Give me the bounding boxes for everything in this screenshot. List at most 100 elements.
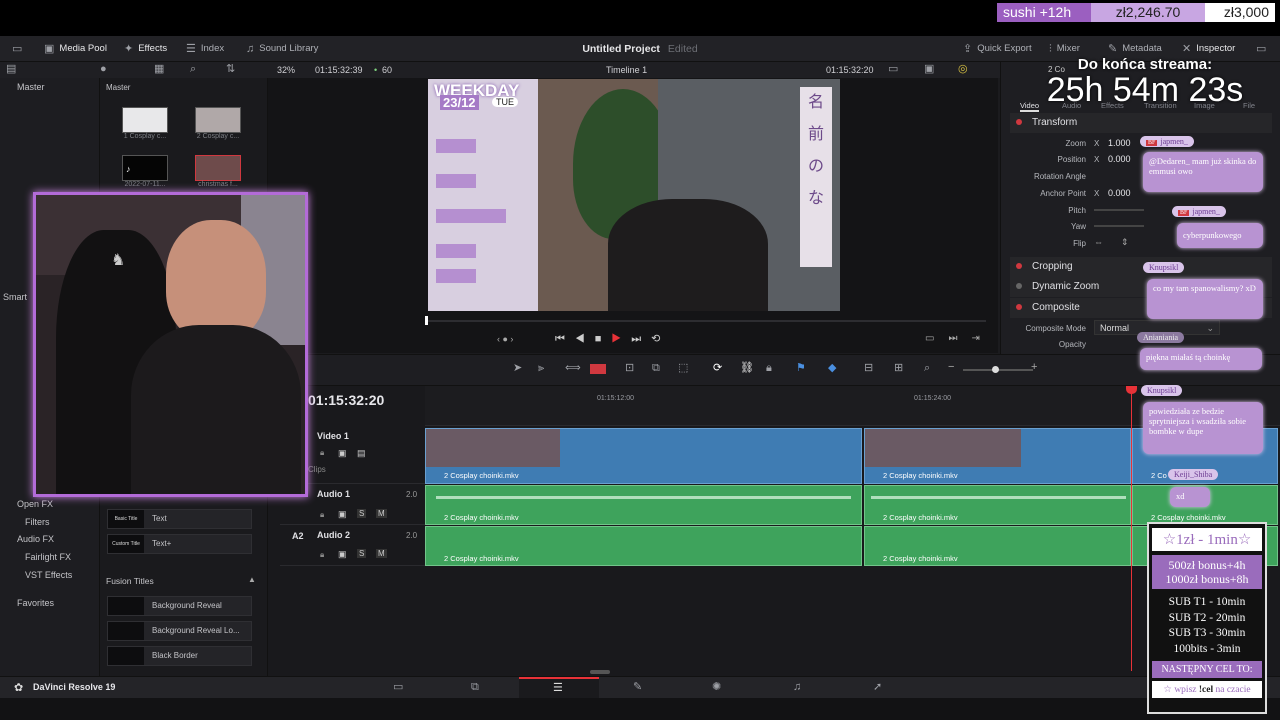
deliver-page-icon[interactable]: ➚ [873,682,882,693]
zoom-out-icon[interactable]: − [948,361,954,373]
mute-button[interactable]: M [376,549,387,558]
scrubber-handle[interactable] [425,316,428,325]
auto-select-icon[interactable]: ▣ [338,549,347,560]
audio-clip[interactable]: 2 Cosplay choinki.mkv [864,526,1131,566]
favorites-item[interactable]: Favorites [17,598,54,608]
media-clip-3[interactable]: ♪ 2022-07-11... [122,155,175,188]
replace-clip-icon[interactable]: ⬚ [678,363,688,374]
mute-button[interactable]: M [376,509,387,518]
fairlight-page-icon[interactable]: ♫ [793,682,801,693]
jog-control[interactable]: ‹ ● › [497,334,513,344]
anchor-x-value[interactable]: 0.000 [1108,188,1131,198]
linked-selection-icon[interactable]: ⛓ [740,363,754,374]
audio-fx-item[interactable]: Audio FX [17,534,54,544]
dynamic-trim-icon[interactable]: ⟺ [565,363,581,374]
play-icon[interactable]: ▶ [611,333,631,345]
zoom-custom-icon[interactable]: ⌕ [924,363,930,374]
media-clip-1[interactable]: 1 Cosplay c... [122,107,175,140]
auto-select-icon[interactable]: ▣ [338,448,347,459]
media-page-icon[interactable]: ▭ [393,682,403,693]
zoom-slider-handle[interactable] [992,366,999,373]
track-output-icon[interactable]: ▤ [357,448,366,459]
lock-track-icon[interactable]: 🔒︎ [320,448,324,458]
enable-toggle-icon[interactable] [1016,283,1022,289]
fusion-title-item[interactable]: Background Reveal [107,596,252,616]
enable-toggle-icon[interactable] [1016,263,1022,269]
viewer-options-icon[interactable]: ▣ [924,64,934,75]
trim-tool-icon[interactable]: ⫸ [538,363,544,374]
video-clip[interactable]: 2 Cosplay choinki.mkv [864,428,1131,484]
flag-icon[interactable]: ⚑ [796,363,806,374]
insert-clip-icon[interactable]: ⊡ [625,363,634,374]
fusion-title-item[interactable]: Black Border [107,646,252,666]
cut-page-icon[interactable]: ⧉ [471,682,479,693]
sort-icon[interactable]: ⇅ [226,64,235,75]
filters-item[interactable]: Filters [25,517,50,527]
size-slider-icon[interactable]: ● [100,64,107,75]
open-fx-item[interactable]: Open FX [17,499,53,509]
media-clip-2[interactable]: 2 Cosplay c... [195,107,248,140]
sound-library-tab[interactable]: ♫ Sound Library [246,36,318,62]
fullscreen-icon[interactable]: ▭ [925,333,948,344]
master-label[interactable]: Master [17,82,45,92]
zoom-x-value[interactable]: 1.000 [1108,138,1131,148]
marker-icon[interactable]: ◆ [828,363,836,374]
track-header-audio-2[interactable]: A2 Audio 2 2.0 🔒︎ ▣ S M [280,526,425,566]
effects-tab[interactable]: ✦ Effects [124,36,167,62]
viewer-mode-icon[interactable]: ▭ [888,64,898,75]
smart-bins-label[interactable]: Smart [3,292,27,302]
zoom-level[interactable]: 32% [277,65,295,75]
lock-track-icon[interactable]: 🔒︎ [320,510,324,520]
next-frame-icon[interactable]: ⏭ [948,333,971,344]
position-x-value[interactable]: 0.000 [1108,154,1131,164]
title-text-plus[interactable]: Custom Title Text+ [107,534,252,554]
search-icon[interactable]: ⌕ [190,64,196,75]
color-page-icon[interactable]: ✺ [712,682,721,693]
selection-tool-icon[interactable]: ➤ [513,363,522,374]
yaw-slider[interactable] [1094,225,1144,227]
zoom-detail-icon[interactable]: ⊞ [894,363,903,374]
flip-vertical-icon[interactable]: ⇕ [1121,237,1129,248]
workspace-icon[interactable]: ▭ [12,36,22,62]
blade-tool-icon[interactable] [590,364,606,374]
snapping-icon[interactable]: ⟳ [713,363,722,374]
enable-toggle-icon[interactable] [1016,119,1022,125]
solo-button[interactable]: S [357,549,367,558]
media-clip-4[interactable]: christmas f... [195,155,248,188]
loop-icon[interactable]: ⟲ [651,333,670,345]
zoom-in-icon[interactable]: + [1031,361,1037,373]
color-wheel-icon[interactable]: ◎ [958,64,968,75]
zoom-full-icon[interactable]: ⊟ [864,363,873,374]
overwrite-clip-icon[interactable]: ⧉ [652,363,660,374]
last-frame-icon[interactable]: ⇥ [971,333,993,344]
fusion-titles-header[interactable]: Fusion Titles [106,576,154,586]
audio-clip[interactable]: 2 Cosplay choinki.mkv [864,485,1131,525]
fusion-title-item[interactable]: Background Reveal Lo... [107,621,252,641]
viewer-scrubber[interactable] [428,320,986,322]
audio-clip[interactable]: 2 Cosplay choinki.mkv [425,485,862,525]
fairlight-fx-item[interactable]: Fairlight FX [25,552,71,562]
cropping-section[interactable]: Cropping [1010,257,1272,277]
skip-forward-icon[interactable]: ⏭ [631,333,651,345]
timeline-scrollbar[interactable] [590,670,610,674]
title-basic[interactable]: Basic Title Text [107,509,252,529]
edit-page-tab[interactable]: ☰ [519,677,599,698]
solo-button[interactable]: S [357,509,367,518]
collapse-icon[interactable]: ▲ [248,575,256,584]
timeline-name[interactable]: Timeline 1 [606,65,647,75]
skip-back-icon[interactable]: ⏮ [555,333,575,345]
transform-section[interactable]: Transform [1010,113,1272,133]
fusion-page-icon[interactable]: ✎ [633,682,642,693]
lock-icon[interactable]: 🔒︎ [766,363,772,374]
layout-icon[interactable]: ▤ [6,64,16,75]
index-tab[interactable]: ☰ Index [186,36,224,62]
media-pool-tab[interactable]: ▣ Media Pool [44,36,107,62]
enable-toggle-icon[interactable] [1016,304,1022,310]
auto-select-icon[interactable]: ▣ [338,509,347,520]
grid-view-icon[interactable]: ▦ [154,64,164,75]
play-reverse-icon[interactable]: ◀ [575,333,595,345]
stop-icon[interactable]: ■ [595,333,612,345]
viewer-video-frame[interactable]: WEEKDAY 23/12 TUE 名前のな [428,79,840,311]
audio-clip[interactable]: 2 Cosplay choinki.mkv [425,526,862,566]
playhead[interactable] [1131,386,1132,671]
